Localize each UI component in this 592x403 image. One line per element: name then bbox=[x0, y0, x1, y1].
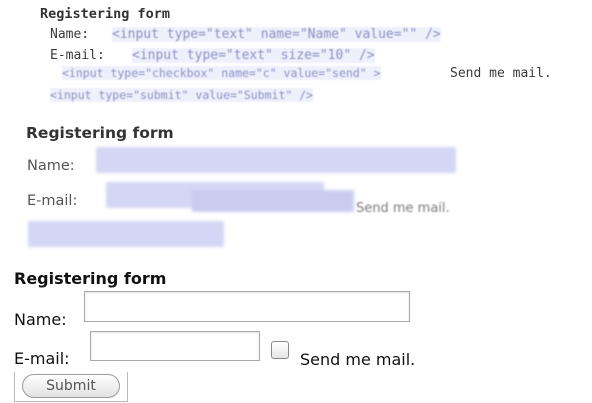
form-title: Registering form bbox=[14, 269, 167, 288]
source-name-label: Name: bbox=[50, 27, 90, 42]
email-input[interactable] bbox=[90, 331, 260, 361]
blurred-form-title: Registering form bbox=[26, 124, 174, 142]
blurred-name-input bbox=[96, 147, 456, 173]
source-email-label: E-mail: bbox=[50, 48, 105, 63]
send-mail-checkbox[interactable] bbox=[271, 341, 289, 359]
source-send-label: Send me mail. bbox=[450, 66, 552, 81]
blurred-name-label: Name: bbox=[27, 158, 75, 174]
source-name-input-code: <input type="text" name="Name" value="" … bbox=[112, 27, 441, 42]
source-submit-code: <input type="submit" value="Submit" /> bbox=[50, 88, 314, 102]
source-email-input-code: <input type="text" size="10" /> bbox=[132, 48, 375, 63]
blurred-submit-button bbox=[28, 221, 224, 247]
send-mail-label: Send me mail. bbox=[300, 350, 416, 369]
blurred-send-label: Send me mail. bbox=[356, 201, 450, 216]
name-input[interactable] bbox=[84, 291, 410, 322]
source-checkbox-code: <input type="checkbox" name="c" value="s… bbox=[62, 66, 381, 80]
source-form-title: Registering form bbox=[40, 6, 171, 22]
blurred-email-label: E-mail: bbox=[27, 193, 78, 209]
submit-button[interactable]: Submit bbox=[22, 374, 120, 398]
name-label: Name: bbox=[14, 310, 67, 329]
email-label: E-mail: bbox=[14, 349, 70, 368]
blurred-checkbox bbox=[192, 190, 354, 212]
